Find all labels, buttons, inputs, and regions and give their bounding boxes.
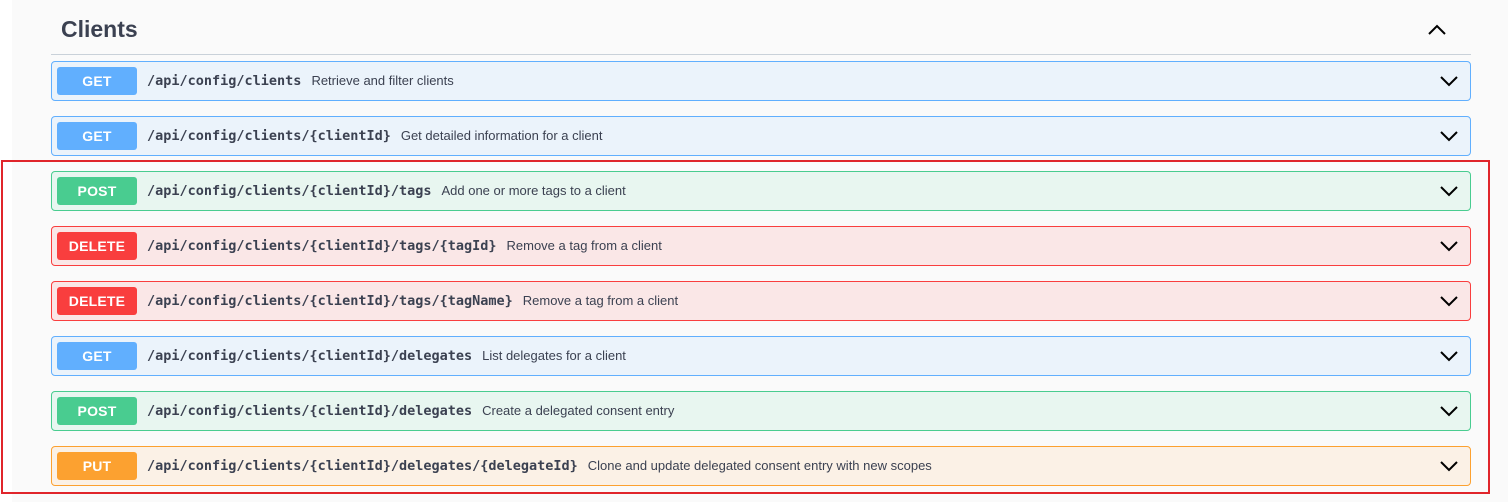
operation-row[interactable]: DELETE /api/config/clients/{clientId}/ta… [51,281,1471,321]
operation-summary: Create a delegated consent entry [482,403,675,418]
method-badge: PUT [57,452,137,480]
operation-row[interactable]: PUT /api/config/clients/{clientId}/deleg… [51,446,1471,486]
method-badge: DELETE [57,232,137,260]
operation-path: /api/config/clients/{clientId}/tags/{tag… [147,293,513,309]
operation-row[interactable]: GET /api/config/clients Retrieve and filt… [51,61,1471,101]
operation-summary: Retrieve and filter clients [311,73,454,88]
operation-summary: Add one or more tags to a client [441,183,626,198]
method-badge: GET [57,342,137,370]
method-badge: POST [57,177,137,205]
operation-summary: Remove a tag from a client [506,238,662,253]
method-badge: POST [57,397,137,425]
operation-path: /api/config/clients/{clientId}/delegates… [147,458,578,474]
operation-path-wrapper: /api/config/clients/{clientId}/tags/{tag… [147,238,662,254]
operation-row[interactable]: GET /api/config/clients/{clientId}/deleg… [51,336,1471,376]
method-badge: GET [57,67,137,95]
operation-summary: Remove a tag from a client [522,293,679,308]
operation-path-wrapper: /api/config/clients/{clientId} Get detail… [147,128,602,144]
chevron-down-icon[interactable] [1438,125,1460,147]
operation-path: /api/config/clients/{clientId} [147,128,391,144]
operation-path: /api/config/clients/{clientId}/tags [147,183,432,199]
operation-path-wrapper: /api/config/clients/{clientId}/tags Add o… [147,183,626,199]
operation-path-wrapper: /api/config/clients Retrieve and filter c… [147,73,454,89]
chevron-down-icon[interactable] [1438,235,1460,257]
method-badge: GET [57,122,137,150]
operation-row[interactable]: POST /api/config/clients/{clientId}/dele… [51,391,1471,431]
swagger-page: Clients GET /api/config/clients Retrieve … [0,0,1510,502]
chevron-down-icon[interactable] [1438,70,1460,92]
chevron-up-icon[interactable] [1425,18,1449,42]
chevron-down-icon[interactable] [1438,455,1460,477]
chevron-down-icon[interactable] [1438,290,1460,312]
operation-path: /api/config/clients/{clientId}/delegates [147,348,473,364]
operation-row[interactable]: POST /api/config/clients/{clientId}/tags… [51,171,1471,211]
section-title: Clients [61,16,138,42]
method-badge: DELETE [57,287,137,315]
operation-summary: Get detailed information for a client [400,128,603,143]
chevron-down-icon[interactable] [1438,345,1460,367]
operation-path: /api/config/clients [147,73,302,89]
operation-path-wrapper: /api/config/clients/{clientId}/delegates… [147,458,932,474]
operation-path: /api/config/clients/{clientId}/delegates [147,403,473,419]
operation-row[interactable]: DELETE /api/config/clients/{clientId}/ta… [51,226,1471,266]
chevron-down-icon[interactable] [1438,180,1460,202]
operation-path-wrapper: /api/config/clients/{clientId}/tags/{tag… [147,293,678,309]
section-header-clients[interactable]: Clients [51,0,1471,55]
operation-path-wrapper: /api/config/clients/{clientId}/delegates… [147,348,626,364]
operation-row[interactable]: GET /api/config/clients/{clientId} Get de… [51,116,1471,156]
operation-path: /api/config/clients/{clientId}/tags/{tag… [147,238,497,254]
operation-summary: List delegates for a client [482,348,626,363]
operation-path-wrapper: /api/config/clients/{clientId}/delegates… [147,403,674,419]
operations-list: GET /api/config/clients Retrieve and filt… [51,61,1471,501]
chevron-down-icon[interactable] [1438,400,1460,422]
operation-summary: Clone and update delegated consent entry… [587,458,932,473]
